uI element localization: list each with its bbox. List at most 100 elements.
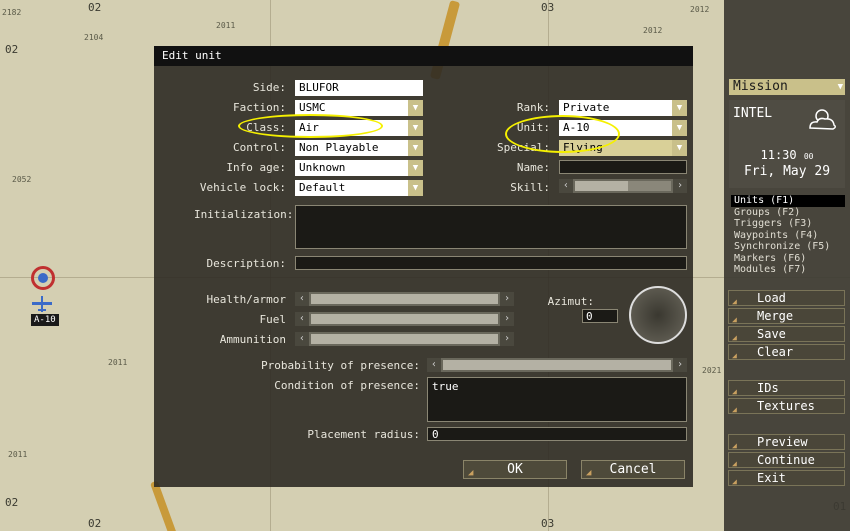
fuel-slider[interactable]: ‹ › (295, 312, 514, 326)
mode-item-modules[interactable]: Modules (F7) (731, 264, 845, 276)
mode-item-triggers[interactable]: Triggers (F3) (731, 218, 845, 230)
grid-label: 02 (88, 1, 102, 14)
preview-button[interactable]: ◢ Preview (728, 434, 845, 450)
triangle-icon: ◢ (732, 477, 737, 486)
mode-list: Units (F1) Groups (F2) Triggers (F3) Way… (731, 195, 845, 276)
triangle-icon: ◢ (732, 441, 737, 450)
condition-textarea[interactable]: true (427, 377, 687, 422)
triangle-icon: ◢ (732, 333, 737, 342)
chevron-down-icon[interactable]: ▼ (672, 100, 687, 116)
time-value: 11:30 (760, 148, 797, 162)
health-label: Health/armor (206, 293, 286, 306)
ids-button[interactable]: ◢ IDs (728, 380, 845, 396)
mission-value: Mission (733, 79, 788, 94)
azimut-dial[interactable] (629, 286, 687, 344)
fuel-label: Fuel (259, 313, 287, 326)
exit-label: Exit (757, 471, 786, 485)
chevron-right-icon[interactable]: › (500, 292, 514, 306)
merge-button[interactable]: ◢ Merge (728, 308, 845, 324)
chevron-down-icon[interactable]: ▼ (408, 140, 423, 156)
azimut-input[interactable]: 0 (582, 309, 618, 323)
info-age-label: Info age: (226, 161, 286, 174)
placement-input[interactable]: 0 (427, 427, 687, 441)
mode-item-waypoints[interactable]: Waypoints (F4) (731, 230, 845, 242)
contour-label: 2012 (690, 5, 710, 14)
textures-label: Textures (757, 399, 815, 413)
triangle-icon: ◢ (732, 297, 737, 306)
chevron-right-icon[interactable]: › (500, 312, 514, 326)
triangle-icon: ◢ (732, 315, 737, 324)
plane-icon[interactable] (32, 296, 52, 312)
contour-label: 2182 (2, 8, 22, 17)
highlight-ellipse (505, 115, 620, 153)
chevron-left-icon[interactable]: ‹ (295, 332, 309, 346)
chevron-down-icon[interactable]: ▼ (408, 100, 423, 116)
chevron-down-icon[interactable]: ▼ (408, 120, 423, 136)
chevron-down-icon[interactable]: ▼ (672, 140, 687, 156)
contour-label: 2021 (702, 366, 722, 375)
map-road (149, 480, 179, 531)
contour-label: 2011 (108, 358, 128, 367)
chevron-right-icon[interactable]: › (673, 179, 687, 193)
triangle-icon: ◢ (732, 351, 737, 360)
exit-button[interactable]: ◢ Exit (728, 470, 845, 486)
triangle-icon: ◢ (732, 459, 737, 468)
ok-button[interactable]: ◢ OK (463, 460, 567, 479)
chevron-down-icon[interactable]: ▼ (408, 160, 423, 176)
chevron-left-icon[interactable]: ‹ (295, 312, 309, 326)
chevron-down-icon[interactable]: ▼ (838, 79, 843, 95)
ammunition-slider[interactable]: ‹ › (295, 332, 514, 346)
initialization-textarea[interactable] (295, 205, 687, 249)
slider-fill (311, 314, 498, 324)
mode-item-synchronize[interactable]: Synchronize (F5) (731, 241, 845, 253)
triangle-icon: ◢ (732, 405, 737, 414)
chevron-down-icon[interactable]: ▼ (408, 180, 423, 196)
intel-box[interactable]: INTEL 11:30 00 Fri, May 29 (729, 100, 845, 188)
triangle-icon: ◢ (468, 468, 474, 478)
cancel-button[interactable]: ◢ Cancel (581, 460, 685, 479)
unit-tag[interactable]: A-10 (31, 314, 59, 326)
health-slider[interactable]: ‹ › (295, 292, 514, 306)
chevron-right-icon[interactable]: › (500, 332, 514, 346)
rank-select[interactable]: Private ▼ (559, 100, 687, 116)
unit-selection-ring[interactable] (31, 266, 55, 290)
chevron-left-icon[interactable]: ‹ (559, 179, 573, 193)
dialog-title: Edit unit (154, 46, 693, 66)
mission-select[interactable]: Mission ▼ (729, 79, 845, 95)
clear-button[interactable]: ◢ Clear (728, 344, 845, 360)
continue-button[interactable]: ◢ Continue (728, 452, 845, 468)
textures-button[interactable]: ◢ Textures (728, 398, 845, 414)
control-select[interactable]: Non Playable ▼ (295, 140, 423, 156)
description-input[interactable] (295, 256, 687, 270)
load-label: Load (757, 291, 786, 305)
azimut-label: Azimut: (547, 295, 594, 308)
skill-slider[interactable]: ‹ › (559, 179, 687, 193)
grid-label: 03 (541, 517, 555, 530)
name-input[interactable] (559, 160, 687, 174)
control-label: Control: (233, 141, 286, 154)
chevron-down-icon[interactable]: ▼ (672, 120, 687, 136)
description-label: Description: (206, 257, 286, 270)
clear-label: Clear (757, 345, 794, 359)
save-button[interactable]: ◢ Save (728, 326, 845, 342)
probability-slider[interactable]: ‹ › (427, 358, 687, 372)
vehicle-lock-select[interactable]: Default ▼ (295, 180, 423, 196)
mode-item-units[interactable]: Units (F1) (731, 195, 845, 207)
slider-fill (575, 181, 628, 191)
info-age-select[interactable]: Unknown ▼ (295, 160, 423, 176)
slider-fill (443, 360, 671, 370)
name-label: Name: (516, 161, 550, 174)
ids-label: IDs (757, 381, 779, 395)
triangle-icon: ◢ (586, 468, 592, 478)
chevron-right-icon[interactable]: › (673, 358, 687, 372)
contour-label: 2011 (8, 450, 28, 459)
mode-item-markers[interactable]: Markers (F6) (731, 253, 845, 265)
faction-value: USMC (299, 101, 326, 114)
chevron-left-icon[interactable]: ‹ (295, 292, 309, 306)
load-button[interactable]: ◢ Load (728, 290, 845, 306)
cancel-label: Cancel (609, 462, 657, 477)
cloud-sun-icon (809, 109, 837, 130)
vehicle-lock-label: Vehicle lock: (199, 181, 286, 194)
chevron-left-icon[interactable]: ‹ (427, 358, 441, 372)
mode-item-groups[interactable]: Groups (F2) (731, 207, 845, 219)
